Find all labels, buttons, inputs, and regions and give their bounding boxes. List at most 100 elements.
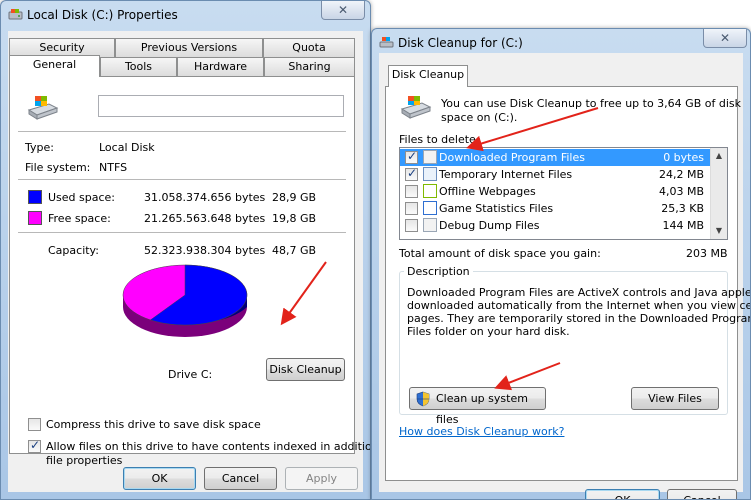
compress-label: Compress this drive to save disk space <box>46 418 261 431</box>
total-gain-value: 203 MB <box>686 247 728 260</box>
disk-cleanup-window: Disk Cleanup for (C:) ✕ Disk Cleanup You… <box>371 28 751 500</box>
cancel-button[interactable]: Cancel <box>667 489 737 499</box>
list-item[interactable]: ✓ Downloaded Program Files 0 bytes <box>400 149 710 166</box>
file-system-value: NTFS <box>99 161 128 174</box>
checkmark-icon: ✓ <box>30 438 41 452</box>
clean-up-system-files-label: Clean up system files <box>436 392 528 426</box>
disk-cleanup-icon <box>400 96 432 119</box>
drive-name-input[interactable] <box>98 95 344 117</box>
item-checkbox[interactable]: ✓ <box>405 166 418 181</box>
disk-cleanup-icon <box>379 37 394 48</box>
disk-cleanup-panel: You can use Disk Cleanup to free up to 3… <box>385 86 750 481</box>
general-tab-panel: Type: Local Disk File system: NTFS Used … <box>9 76 370 467</box>
disk-usage-pie-chart <box>122 264 248 337</box>
description-line: Downloaded Program Files are ActiveX con… <box>407 286 751 299</box>
item-checkbox[interactable]: ✓ <box>405 149 418 164</box>
item-size: 0 bytes <box>663 151 704 164</box>
item-name: Offline Webpages <box>439 185 536 198</box>
type-value: Local Disk <box>99 141 155 154</box>
hard-drive-icon <box>27 96 59 120</box>
description-line: downloaded automatically from the Intern… <box>407 299 751 312</box>
used-space-label: Used space: <box>48 191 116 204</box>
index-label-line1: Allow files on this drive to have conten… <box>46 440 371 453</box>
divider <box>18 232 346 233</box>
free-space-label: Free space: <box>48 212 111 225</box>
internet-files-icon <box>423 167 437 181</box>
disk-cleanup-button[interactable]: Disk Cleanup <box>266 358 345 381</box>
tab-hardware[interactable]: Hardware <box>177 57 264 76</box>
index-checkbox[interactable]: ✓ <box>28 438 41 453</box>
folder-icon <box>423 150 437 164</box>
item-size: 25,3 KB <box>661 202 704 215</box>
debug-dump-icon <box>423 218 437 232</box>
type-label: Type: <box>25 141 54 154</box>
scroll-down-icon[interactable]: ▼ <box>711 223 727 239</box>
close-icon: ✕ <box>337 3 349 17</box>
list-item[interactable]: Debug Dump Files 144 MB <box>400 217 710 234</box>
item-size: 4,03 MB <box>658 185 704 198</box>
item-checkbox[interactable] <box>405 202 418 215</box>
description-title: Description <box>404 265 473 278</box>
cancel-button[interactable]: Cancel <box>204 467 277 490</box>
total-gain-label: Total amount of disk space you gain: <box>399 247 601 260</box>
window-title: Local Disk (C:) Properties <box>27 8 178 22</box>
view-files-button[interactable]: View Files <box>631 387 719 410</box>
cleanup-client: Disk Cleanup You can use Disk Cleanup to… <box>379 53 750 499</box>
ok-button[interactable]: OK <box>585 489 660 499</box>
files-to-delete-list[interactable]: ✓ Downloaded Program Files 0 bytes ✓ Tempora… <box>399 147 728 240</box>
properties-titlebar[interactable]: Local Disk (C:) Properties ✕ <box>1 1 370 31</box>
used-space-swatch <box>28 190 42 204</box>
free-space-swatch <box>28 211 42 225</box>
compress-checkbox[interactable] <box>28 418 41 431</box>
properties-window: Local Disk (C:) Properties ✕ Security Pr… <box>0 0 371 500</box>
tab-disk-cleanup[interactable]: Disk Cleanup <box>388 65 468 87</box>
tab-quota[interactable]: Quota <box>263 38 355 57</box>
description-line: Files folder on your hard disk. <box>407 325 570 338</box>
capacity-label: Capacity: <box>48 244 99 257</box>
tab-general[interactable]: General <box>9 55 100 77</box>
game-stats-icon <box>423 201 437 215</box>
tab-sharing[interactable]: Sharing <box>264 57 355 76</box>
close-button[interactable]: ✕ <box>321 1 365 20</box>
list-item[interactable]: ✓ Temporary Internet Files 24,2 MB <box>400 166 710 183</box>
close-icon: ✕ <box>719 31 731 45</box>
checkmark-icon: ✓ <box>407 149 418 163</box>
used-space-gb: 28,9 GB <box>272 191 317 204</box>
list-item[interactable]: Offline Webpages 4,03 MB <box>400 183 710 200</box>
properties-client: Security Previous Versions Quota General… <box>8 31 370 492</box>
tab-previous-versions[interactable]: Previous Versions <box>115 38 263 57</box>
intro-text-line1: You can use Disk Cleanup to free up to 3… <box>441 97 741 110</box>
item-checkbox[interactable] <box>405 219 418 232</box>
free-space-gb: 19,8 GB <box>272 212 317 225</box>
item-name: Debug Dump Files <box>439 219 540 232</box>
free-space-bytes: 21.265.563.648 bytes <box>144 212 266 225</box>
scroll-up-icon[interactable]: ▲ <box>711 148 727 164</box>
close-button[interactable]: ✕ <box>703 29 747 48</box>
divider <box>18 179 346 180</box>
window-title: Disk Cleanup for (C:) <box>398 36 523 50</box>
list-scrollbar[interactable]: ▲ ▼ <box>710 148 727 239</box>
help-link[interactable]: How does Disk Cleanup work? <box>399 425 564 438</box>
ok-button[interactable]: OK <box>123 467 196 490</box>
offline-webpages-icon <box>423 184 437 198</box>
checkmark-icon: ✓ <box>407 166 418 180</box>
clean-up-system-files-button[interactable]: Clean up system files <box>409 387 546 426</box>
uac-shield-icon <box>416 391 430 407</box>
drive-icon <box>8 9 23 20</box>
item-checkbox[interactable] <box>405 185 418 198</box>
file-system-label: File system: <box>25 161 91 174</box>
tab-tools[interactable]: Tools <box>100 57 177 76</box>
index-label-line2: file properties <box>46 454 123 467</box>
item-name: Temporary Internet Files <box>439 168 573 181</box>
capacity-gb: 48,7 GB <box>272 244 317 257</box>
intro-text-line2: space on (C:). <box>441 111 518 124</box>
apply-button[interactable]: Apply <box>285 467 358 490</box>
item-name: Game Statistics Files <box>439 202 554 215</box>
item-size: 24,2 MB <box>658 168 704 181</box>
list-item[interactable]: Game Statistics Files 25,3 KB <box>400 200 710 217</box>
capacity-bytes: 52.323.938.304 bytes <box>144 244 266 257</box>
files-to-delete-label: Files to delete: <box>399 133 480 146</box>
item-name: Downloaded Program Files <box>439 151 585 164</box>
drive-label: Drive C: <box>168 368 213 381</box>
divider <box>18 131 346 132</box>
